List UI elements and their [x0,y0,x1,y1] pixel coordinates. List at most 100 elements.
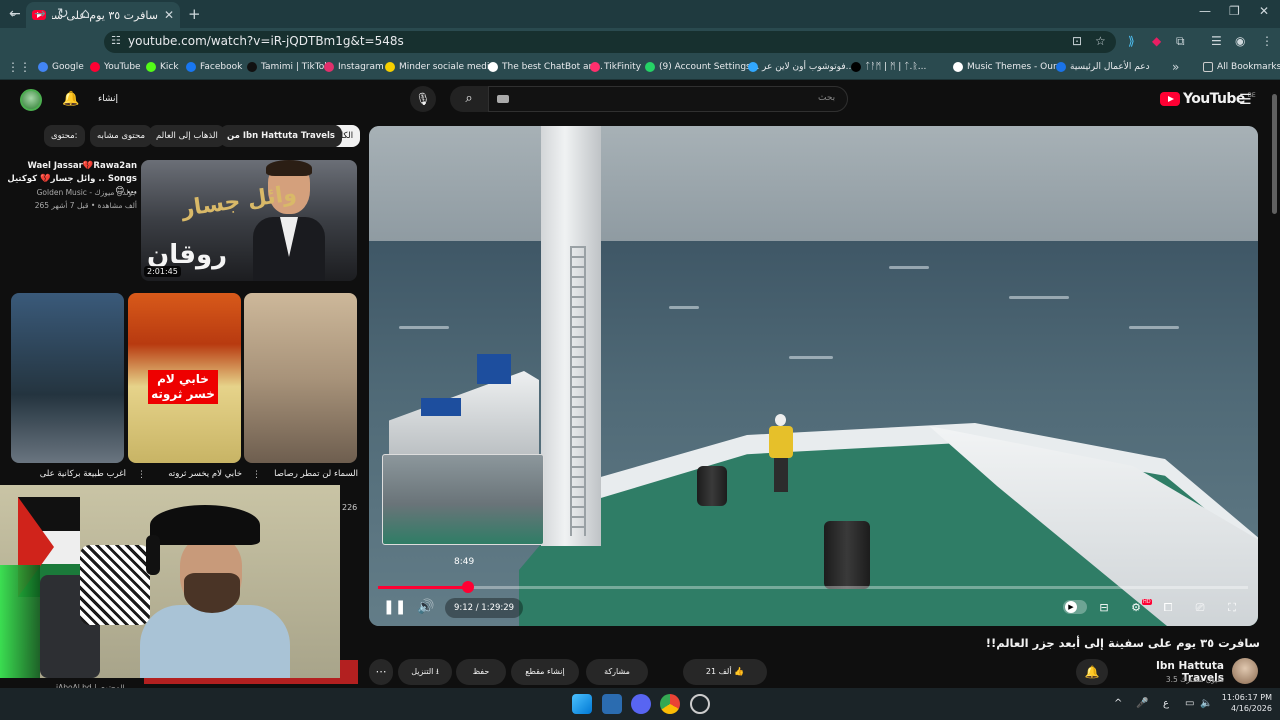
close-window-icon[interactable]: ✕ [1259,4,1269,18]
restore-icon[interactable]: ❐ [1229,4,1240,18]
sidebar-video-channel[interactable]: Golden Music - جولدن ميوزك [5,188,137,197]
short-thumbnail-3[interactable] [244,293,357,463]
like-button[interactable]: 21 ألف 👍 [683,659,767,685]
profile-avatar-icon[interactable]: ◉ [1235,34,1245,48]
short-thumbnail-1[interactable] [11,293,124,463]
apps-grid-icon[interactable]: ⋮⋮ [7,60,31,74]
bookmark-item[interactable]: YouTube [90,60,141,74]
scrubber-handle[interactable] [462,581,474,593]
reading-list-icon[interactable]: ☰ [1211,34,1222,48]
bookmark-item[interactable]: The best ChatBot an... [488,60,603,74]
video-player[interactable] [369,126,1258,626]
miniplayer-icon[interactable]: ⧠ [1160,601,1176,615]
discord-icon[interactable] [631,694,651,714]
bookmark-favicon-icon [748,62,758,72]
bookmark-item[interactable]: TikFinity [590,60,641,74]
site-info-icon[interactable]: ☷ [111,34,121,47]
download-arrow-icon: ⭳ [435,667,439,676]
volume-icon[interactable]: 🔊 [417,599,434,615]
extension-audio-icon[interactable]: ⟫ [1128,34,1135,48]
side-count: 226 [342,503,358,512]
bookmark-favicon-icon [90,62,100,72]
bookmark-item[interactable]: Tamimi | TikTok [247,60,329,74]
progress-bar[interactable] [378,586,1248,589]
search-placeholder: بحث [818,93,836,103]
system-clock[interactable]: 11:06:17 PM 4/16/2026 [1220,692,1272,714]
close-tab-icon[interactable]: ✕ [164,8,174,22]
browser-tab-active[interactable]: سافرت ٣٥ يوم على سفينة إل... ✕ [26,2,180,28]
channel-avatar[interactable] [1232,658,1258,684]
file-explorer-icon[interactable] [602,694,622,714]
bookmark-favicon-icon [146,62,156,72]
bookmark-favicon-icon [385,62,395,72]
bookmarks-overflow-icon[interactable]: » [1172,60,1179,74]
extension-shield-icon[interactable]: ◆ [1152,34,1161,48]
clip-button[interactable]: إنشاء مقطع [511,659,579,685]
bookmark-item[interactable]: Google [38,60,84,74]
bookmark-star-icon[interactable]: ☆ [1095,34,1106,48]
save-button[interactable]: حفظ [456,659,506,685]
voice-search-mic-icon[interactable]: 🎙 [410,86,436,112]
tray-overflow-icon[interactable]: ^ [1114,698,1122,709]
search-input[interactable] [488,86,848,112]
more-actions-icon[interactable]: ⋯ [369,659,393,685]
webcam-overlay [0,485,340,678]
bookmark-item[interactable]: Minder sociale medi... [385,60,498,74]
autoplay-toggle[interactable]: ▶ [1063,600,1087,614]
browser-menu-icon[interactable]: ⋮ [1261,34,1273,48]
input-language[interactable]: ع [1163,698,1169,709]
sidebar-video-title-1[interactable]: Wael Jassar💔Rawa2an [5,160,137,172]
search-button[interactable]: ⌕ [450,86,488,112]
chip-content[interactable]: محتوى: [44,125,85,147]
extensions-puzzle-icon[interactable]: ⧉ [1176,34,1185,49]
install-app-icon[interactable]: ⊡ [1072,34,1082,48]
short-more-icon[interactable]: ⋮ [137,470,146,480]
chip-from-channel[interactable]: من Ibn Hattuta Travels [220,125,342,147]
new-tab-plus-icon[interactable]: + [188,5,201,23]
microphone-tray-icon[interactable]: 🎤 [1136,698,1148,709]
start-windows-icon[interactable] [572,694,592,714]
scrollbar-thumb[interactable] [1272,94,1277,214]
bookmark-favicon-icon [324,62,334,72]
all-bookmarks[interactable]: All Bookmarks [1203,60,1280,74]
url-text[interactable]: youtube.com/watch?v=iR-jQDTBm1g&t=548s [128,34,404,48]
back-arrow-icon[interactable]: ← [9,6,21,22]
time-display: 9:12 / 1:29:29 [445,598,523,618]
chrome-icon[interactable] [660,694,680,714]
speaker-tray-icon[interactable]: 🔈 [1200,698,1212,709]
bookmark-item[interactable]: (9) Account Settings... [645,60,759,74]
video-title: سافرت ٣٥ يوم على سفينة إلى أبعد جزر العا… [985,636,1260,650]
bookmark-item[interactable]: ᛏᚨᛗ | ᛗ | ᛏ.ᚱ... [851,60,926,74]
home-icon[interactable]: ⌂ [81,6,90,22]
minimize-icon[interactable]: — [1199,4,1211,18]
bookmark-item[interactable]: Facebook [186,60,242,74]
cast-icon[interactable]: ⎚ [1192,601,1208,615]
chip-go-world[interactable]: الذهاب إلى العالم [149,125,225,147]
bookmark-item[interactable]: Instagram [324,60,384,74]
bookmark-item[interactable]: Music Themes - Our... [953,60,1064,74]
short-title-1[interactable]: أغرب طبيعة بركانية على [26,469,126,479]
create-button[interactable]: إنشاء [98,94,118,104]
bookmark-item[interactable]: فوتوشوب أون لاين عر... [748,60,854,74]
keyboard-icon[interactable] [497,95,509,103]
network-icon[interactable]: ▭ [1185,698,1194,709]
video-duration-badge: 2:01:45 [144,266,181,277]
fullscreen-icon[interactable]: ⛶ [1224,601,1240,615]
reload-icon[interactable]: ↻ [57,6,69,22]
short-more-icon[interactable]: ⋮ [252,470,261,480]
short-title-2[interactable]: خابي لام يخسر ثروته [142,469,242,479]
chip-similar[interactable]: محتوى مشابه [90,125,152,147]
forward-arrow-icon[interactable]: → [34,6,46,22]
share-button[interactable]: مشاركة [586,659,648,685]
subscribe-bell-icon[interactable]: 🔔 [1076,659,1108,685]
download-button[interactable]: التنزيل ⭳ [398,659,452,685]
obs-icon[interactable] [690,694,710,714]
bookmark-item[interactable]: Kick [146,60,179,74]
account-avatar[interactable] [20,89,42,111]
bookmark-item[interactable]: دعم الأعمال الرئيسية [1056,60,1150,74]
subtitles-icon[interactable]: ⊟ [1096,601,1112,615]
pause-icon[interactable]: ❚❚ [383,599,406,615]
guide-menu-icon[interactable]: ☰ [1239,92,1252,108]
notifications-bell-icon[interactable]: 🔔 [62,91,79,107]
short-title-3[interactable]: السماء لن تمطر رصاصاً [258,469,358,479]
